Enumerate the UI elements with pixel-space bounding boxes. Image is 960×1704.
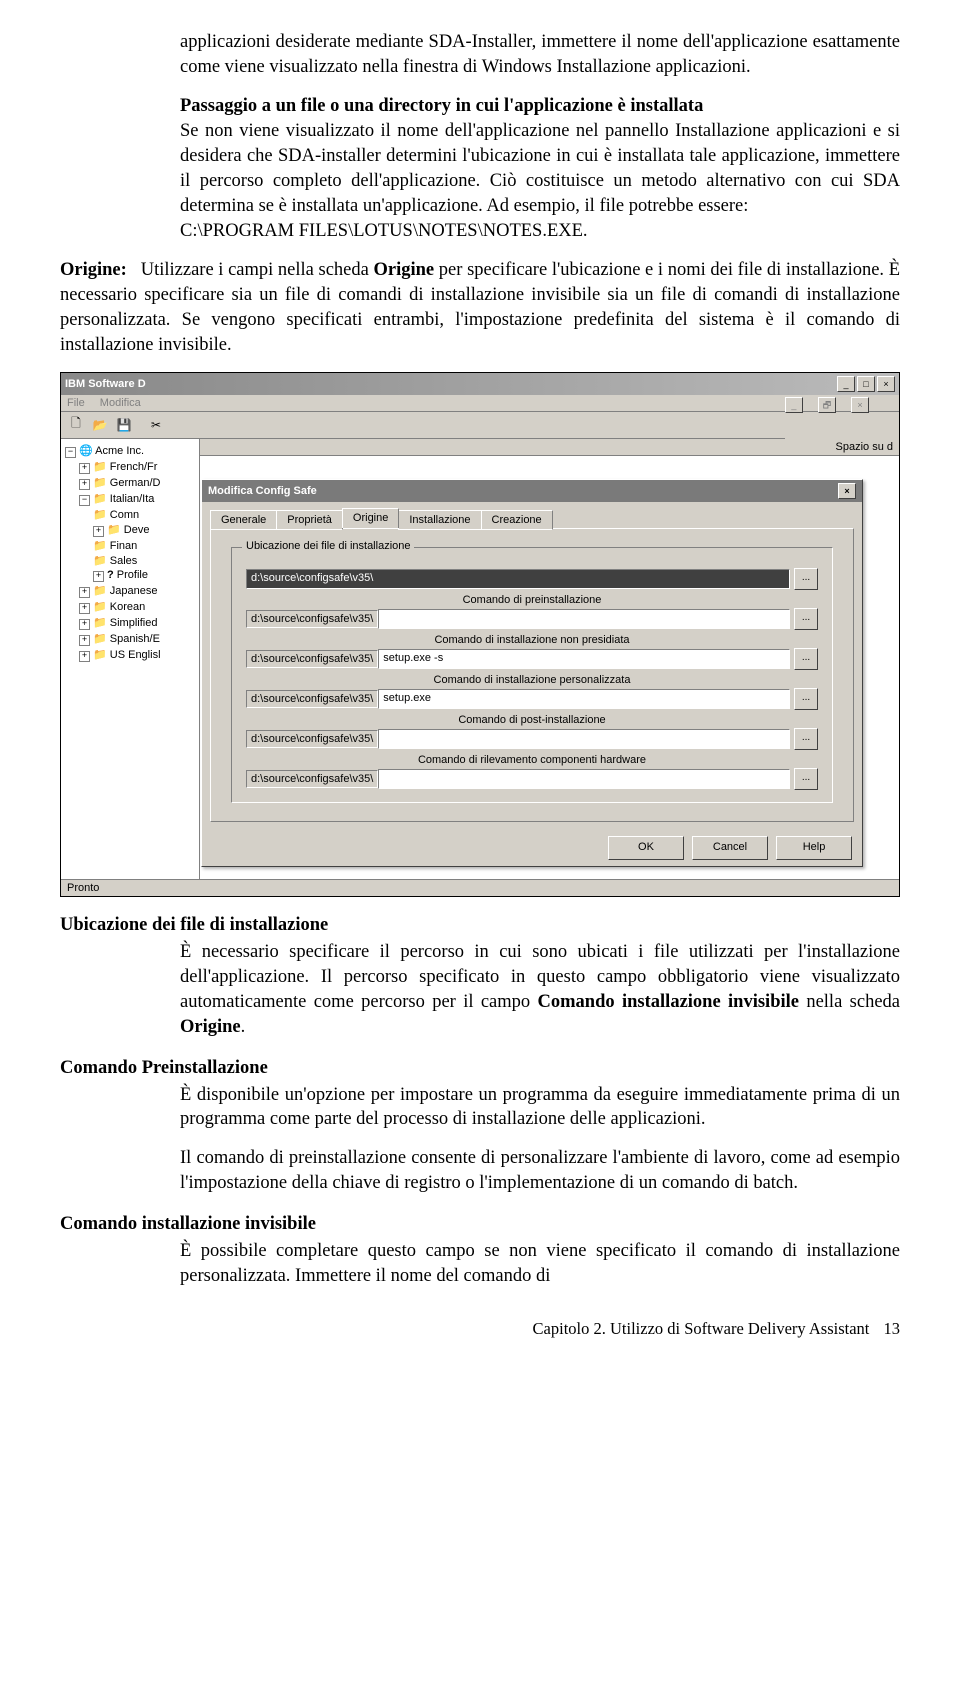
- cancel-button[interactable]: Cancel: [692, 836, 768, 860]
- para2-path: C:\PROGRAM FILES\LOTUS\NOTES\NOTES.EXE.: [180, 221, 588, 241]
- tree-italian[interactable]: Italian/Ita: [110, 493, 155, 505]
- tree-comn[interactable]: Comn: [110, 509, 139, 521]
- path-input-main[interactable]: d:\source\configsafe\v35\: [246, 569, 790, 589]
- para-1: applicazioni desiderate mediante SDA-Ins…: [60, 30, 900, 80]
- cut-icon[interactable]: ✂: [145, 414, 167, 436]
- tree-kr[interactable]: Korean: [110, 601, 145, 613]
- open-icon[interactable]: 📂: [89, 414, 111, 436]
- sec1-body: È necessario specificare il percorso in …: [60, 940, 900, 1040]
- browse-post[interactable]: ...: [794, 728, 818, 750]
- tree-simp[interactable]: Simplified: [110, 617, 158, 629]
- browse-hw[interactable]: ...: [794, 768, 818, 790]
- sec3-title: Comando installazione invisibile: [60, 1214, 900, 1235]
- sec2-body: È disponibile un'opzione per impostare u…: [60, 1083, 900, 1133]
- sec1-title: Ubicazione dei file di installazione: [60, 915, 900, 936]
- tab-generale[interactable]: Generale: [210, 510, 277, 530]
- statusbar: Pronto: [61, 879, 899, 896]
- menubar: File Modifica _ 🗗 ×: [61, 395, 899, 412]
- tab-creazione[interactable]: Creazione: [481, 510, 553, 530]
- label-post: Comando di post-installazione: [246, 714, 818, 726]
- para-2: Passaggio a un file o una directory in c…: [60, 94, 900, 244]
- prefix-post: d:\source\configsafe\v35\: [246, 730, 378, 748]
- prefix-pers: d:\source\configsafe\v35\: [246, 690, 378, 708]
- browse-unatt[interactable]: ...: [794, 648, 818, 670]
- mdi-close[interactable]: ×: [851, 397, 869, 413]
- menu-modifica[interactable]: Modifica: [100, 397, 141, 409]
- input-pre[interactable]: [378, 609, 790, 629]
- browse-pers[interactable]: ...: [794, 688, 818, 710]
- tab-installazione[interactable]: Installazione: [398, 510, 481, 530]
- tree-panel: −🌐 Acme Inc. +📁 French/Fr +📁 German/D −📁…: [61, 439, 200, 879]
- minimize-button[interactable]: _: [837, 376, 855, 392]
- screenshot: IBM Software D _ □ × File Modifica _ 🗗 ×…: [60, 372, 900, 897]
- dialog-title: Modifica Config Safe: [208, 485, 317, 497]
- label-unatt: Comando di installazione non presidiata: [246, 634, 818, 646]
- ibm-titlebar: IBM Software D _ □ ×: [61, 373, 899, 395]
- origine-t1: Utilizzare i campi nella scheda: [141, 260, 374, 280]
- browse-main[interactable]: ...: [794, 568, 818, 590]
- origine-para: Origine: Utilizzare i campi nella scheda…: [60, 258, 900, 358]
- prefix-hw: d:\source\configsafe\v35\: [246, 770, 378, 788]
- mdi-min[interactable]: _: [785, 397, 803, 413]
- close-button[interactable]: ×: [877, 376, 895, 392]
- label-pers: Comando di installazione personalizzata: [246, 674, 818, 686]
- tree-jp[interactable]: Japanese: [110, 585, 158, 597]
- tree-es[interactable]: Spanish/E: [110, 633, 160, 645]
- prefix-pre: d:\source\configsafe\v35\: [246, 610, 378, 628]
- input-post[interactable]: [378, 729, 790, 749]
- tree-sales[interactable]: Sales: [110, 555, 138, 567]
- tab-proprieta[interactable]: Proprietà: [276, 510, 343, 530]
- tree-german[interactable]: German/D: [110, 477, 161, 489]
- menu-file[interactable]: File: [67, 397, 85, 409]
- label-hw: Comando di rilevamento componenti hardwa…: [246, 754, 818, 766]
- mdi-max[interactable]: 🗗: [818, 397, 836, 413]
- prefix-unatt: d:\source\configsafe\v35\: [246, 650, 378, 668]
- para2-rest: Se non viene visualizzato il nome dell'a…: [180, 121, 900, 216]
- para2-bold: Passaggio a un file o una directory in c…: [180, 96, 703, 116]
- col-spazio: Spazio su d: [836, 441, 893, 453]
- origine-b: Origine: [374, 260, 435, 280]
- sec2-body2: Il comando di preinstallazione consente …: [60, 1146, 900, 1196]
- origine-label: Origine:: [60, 260, 127, 280]
- tab-origine[interactable]: Origine: [342, 508, 399, 528]
- save-icon[interactable]: 💾: [113, 414, 135, 436]
- tree-us[interactable]: US Englisl: [110, 649, 161, 661]
- dialog-close-button[interactable]: ×: [838, 483, 856, 499]
- config-dialog: Modifica Config Safe × Generale Propriet…: [201, 479, 863, 867]
- browse-pre[interactable]: ...: [794, 608, 818, 630]
- input-unatt[interactable]: setup.exe -s: [378, 649, 790, 669]
- sec2-title: Comando Preinstallazione: [60, 1058, 900, 1079]
- toolbar: 🗋 📂 💾 ✂: [61, 412, 785, 439]
- ibm-window: IBM Software D _ □ × File Modifica _ 🗗 ×…: [60, 372, 900, 897]
- maximize-button[interactable]: □: [857, 376, 875, 392]
- group-ubicazione: Ubicazione dei file di installazione d:\…: [231, 547, 833, 803]
- sec3-body: È possibile completare questo campo se n…: [60, 1239, 900, 1289]
- ibm-title-text: IBM Software D: [65, 378, 146, 390]
- tree-root[interactable]: Acme Inc.: [95, 445, 144, 457]
- help-button[interactable]: Help: [776, 836, 852, 860]
- input-pers[interactable]: setup.exe: [378, 689, 790, 709]
- tree-finan[interactable]: Finan: [110, 540, 138, 552]
- new-icon[interactable]: 🗋: [65, 414, 87, 436]
- tree-profile[interactable]: Profile: [117, 569, 148, 581]
- group-label: Ubicazione dei file di installazione: [242, 540, 414, 552]
- label-pre: Comando di preinstallazione: [246, 594, 818, 606]
- ok-button[interactable]: OK: [608, 836, 684, 860]
- page-footer: Capitolo 2. Utilizzo di Software Deliver…: [60, 1319, 900, 1339]
- tree-deve[interactable]: Deve: [124, 524, 150, 536]
- tree-french[interactable]: French/Fr: [110, 461, 158, 473]
- input-hw[interactable]: [378, 769, 790, 789]
